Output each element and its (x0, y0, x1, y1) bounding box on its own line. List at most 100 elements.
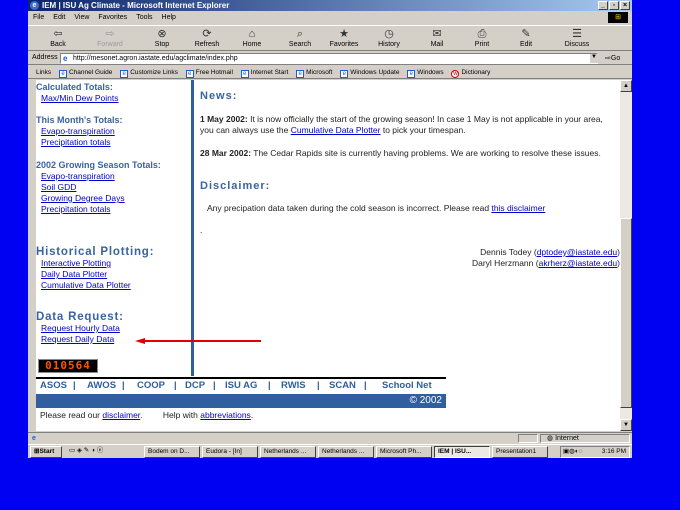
nav-asos[interactable]: ASOS (40, 379, 67, 393)
system-tray: ▣◍◐◌ 3:16 PM (560, 446, 630, 458)
scroll-down-icon[interactable]: ▼ (620, 419, 632, 431)
link-this-disclaimer[interactable]: this disclaimer (491, 203, 545, 213)
refresh-button[interactable]: ⟳ Refresh (185, 28, 229, 48)
nav-dcp[interactable]: DCP (185, 379, 205, 393)
quick-launch: ▭ ◈ ✎ ◑ ⓔ (66, 446, 140, 458)
link-windows[interactable]: e Windows (407, 69, 444, 78)
link-month-precip[interactable]: Precipitation totals (41, 137, 186, 148)
tray-icons[interactable]: ▣◍◐◌ (561, 447, 583, 457)
start-button[interactable]: ⊞Start (30, 446, 62, 458)
menu-file[interactable]: File (33, 12, 44, 24)
link-daily-data-plotter[interactable]: Daily Data Plotter (41, 269, 186, 280)
hit-counter: 010564 (38, 359, 98, 373)
page-icon: e (340, 70, 349, 78)
link-channel-guide[interactable]: e Channel Guide (59, 69, 112, 78)
link-microsoft[interactable]: e Microsoft (296, 69, 332, 78)
link-email-herzmann[interactable]: akrherz@iastate.edu (539, 258, 618, 268)
task-netherlands-1[interactable]: Netherlands ... (260, 446, 316, 458)
disclaimer-dot: . (200, 225, 203, 235)
link-cumulative-plotter-inline[interactable]: Cumulative Data Plotter (291, 125, 381, 135)
nav-coop[interactable]: COOP (137, 379, 165, 393)
minimize-button[interactable]: _ (598, 1, 608, 10)
link-email-todey[interactable]: dptodey@iastate.edu (537, 247, 617, 257)
link-abbreviations[interactable]: abbreviations (200, 410, 251, 420)
task-bodem[interactable]: Bodem on D... (144, 446, 200, 458)
print-button[interactable]: ⎙ Print (460, 28, 504, 48)
address-input[interactable]: http://mesonet.agron.iastate.edu/agclima… (60, 53, 598, 64)
link-customize-links[interactable]: e Customize Links (120, 69, 178, 78)
discuss-button[interactable]: ☰ Discuss (555, 28, 599, 48)
task-iem-isu[interactable]: IEM | ISU... (434, 446, 490, 458)
back-button[interactable]: ⇦ Back (36, 28, 80, 48)
stop-icon: ⊗ (157, 28, 167, 40)
zone-indicator: ◍ Internet (540, 434, 630, 443)
search-button[interactable]: ⌕ Search (278, 28, 322, 48)
link-request-hourly-data[interactable]: Request Hourly Data (41, 323, 186, 334)
task-microsoft-ph[interactable]: Microsoft Ph... (376, 446, 432, 458)
discuss-icon: ☰ (572, 28, 582, 40)
maximize-button[interactable]: ▫ (609, 1, 619, 10)
task-netherlands-2[interactable]: Netherlands ... (318, 446, 374, 458)
mail-button[interactable]: ✉ Mail (415, 28, 459, 48)
link-season-evapo[interactable]: Evapo-transpiration (41, 171, 186, 182)
ie-logo-icon: e (30, 1, 39, 10)
nav-scan[interactable]: SCAN (329, 379, 356, 393)
edit-button[interactable]: ✎ Edit (504, 28, 548, 48)
page-icon: e (59, 70, 67, 78)
link-dictionary[interactable]: w Dictionary (451, 69, 490, 78)
dictionary-icon: w (451, 70, 460, 78)
historical-heading: Historical Plotting: (36, 246, 155, 258)
history-button[interactable]: ◷ History (367, 28, 411, 48)
nav-awos[interactable]: AWOS (87, 379, 116, 393)
scroll-thumb[interactable] (620, 218, 632, 408)
menu-view[interactable]: View (74, 12, 89, 24)
page-icon: e (185, 70, 194, 78)
menu-favorites[interactable]: Favorites (98, 12, 127, 24)
address-label: Address (32, 54, 58, 61)
menu-edit[interactable]: Edit (53, 12, 65, 24)
page-icon: e (407, 70, 416, 78)
home-button[interactable]: ⌂ Home (230, 28, 274, 48)
nav-isu-ag[interactable]: ISU AG (225, 379, 257, 393)
nav-rwis[interactable]: RWIS (281, 379, 306, 393)
menu-tools[interactable]: Tools (136, 12, 152, 24)
link-free-hotmail[interactable]: e Free Hotmail (185, 69, 233, 78)
link-windows-update[interactable]: e Windows Update (340, 69, 399, 78)
windows-flag-icon: ⊞ (608, 12, 628, 23)
go-button[interactable]: ⇨Go (605, 54, 620, 62)
link-season-precip[interactable]: Precipitation totals (41, 204, 186, 215)
menu-help[interactable]: Help (162, 12, 176, 24)
address-dropdown-icon[interactable]: ▼ (590, 54, 598, 63)
link-footer-disclaimer[interactable]: disclaimer (102, 410, 140, 420)
link-interactive-plotting[interactable]: Interactive Plotting (41, 258, 186, 269)
scroll-up-icon[interactable]: ▲ (620, 80, 632, 92)
arrow-shaft (144, 340, 261, 342)
link-max-min-dew-points[interactable]: Max/Min Dew Points (41, 93, 186, 104)
window-title: IEM | ISU Ag Climate - Microsoft Interne… (42, 1, 230, 10)
red-arrow-annotation (135, 338, 261, 344)
link-growing-degree-days[interactable]: Growing Degree Days (41, 193, 186, 204)
links-label: Links (36, 69, 52, 76)
nav-school-net[interactable]: School Net (382, 379, 432, 393)
link-month-evapo[interactable]: Evapo-transpiration (41, 126, 186, 137)
task-presentation1[interactable]: Presentation1 (492, 446, 548, 458)
mail-icon: ✉ (432, 28, 442, 40)
vertical-scrollbar[interactable]: ▲ ▼ (620, 80, 632, 431)
quick-launch-icons[interactable]: ▭ ◈ ✎ ◑ ⓔ (69, 447, 103, 454)
clock: 3:16 PM (601, 448, 626, 455)
page-icon: e (296, 70, 305, 78)
stop-button[interactable]: ⊗ Stop (140, 28, 184, 48)
page-content: Calculated Totals: Max/Min Dew Points Th… (36, 80, 620, 431)
favorites-button[interactable]: ★ Favorites (322, 28, 366, 48)
taskbar: ⊞Start ▭ ◈ ✎ ◑ ⓔ Bodem on D... Eudora - … (28, 444, 632, 458)
forward-button[interactable]: ⇨ Forward (88, 28, 132, 48)
link-cumulative-data-plotter[interactable]: Cumulative Data Plotter (41, 280, 186, 291)
link-internet-start[interactable]: e Internet Start (240, 69, 288, 78)
browser-window: e IEM | ISU Ag Climate - Microsoft Inter… (28, 0, 632, 458)
page-status-icon: e (32, 435, 36, 442)
task-eudora[interactable]: Eudora - [In] (202, 446, 258, 458)
link-soil-gdd[interactable]: Soil GDD (41, 182, 186, 193)
edit-icon: ✎ (521, 28, 531, 40)
close-button[interactable]: × (620, 1, 630, 10)
arrow-head (135, 338, 145, 344)
